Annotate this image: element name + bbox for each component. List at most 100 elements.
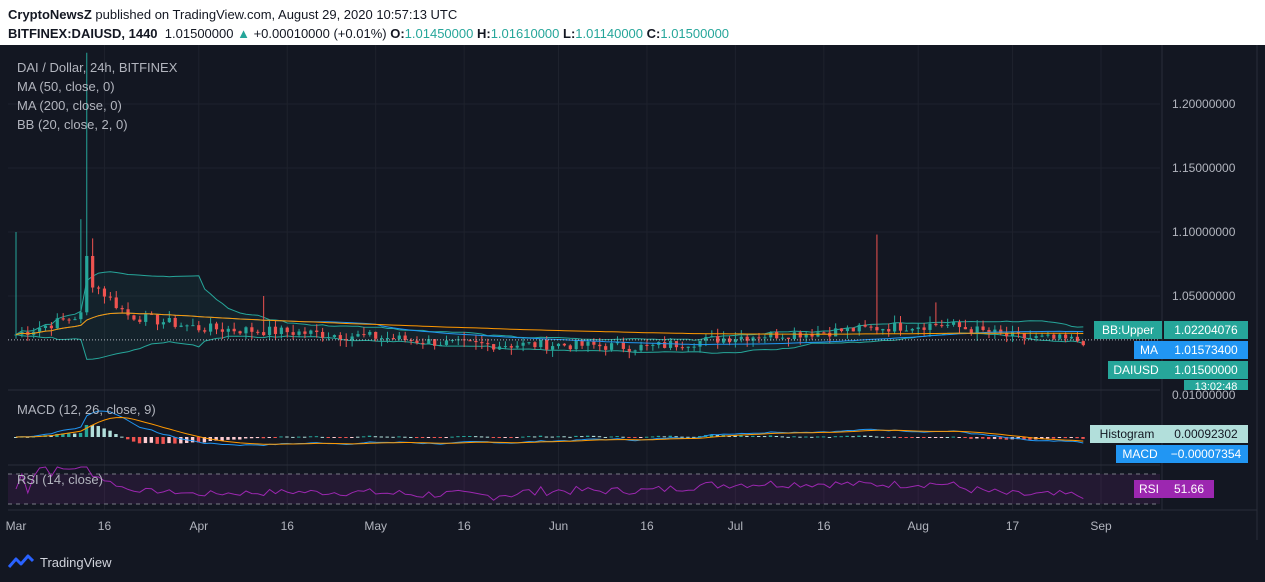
- candle-body: [208, 323, 213, 332]
- histogram-bar: [916, 437, 920, 438]
- candle-body: [940, 325, 944, 327]
- histogram-bar: [90, 425, 95, 437]
- time-tick-label: 16: [640, 519, 654, 533]
- candle-body: [898, 322, 903, 331]
- candle-body: [61, 318, 65, 320]
- candle-body: [55, 318, 59, 329]
- candle-body: [698, 340, 702, 347]
- candle-body: [934, 323, 938, 326]
- candle-body: [586, 341, 590, 346]
- histogram-bar: [527, 436, 531, 438]
- histogram-bar: [538, 435, 543, 437]
- candle-body: [120, 308, 124, 310]
- macd-legend[interactable]: MACD (12, 26, close, 9): [17, 402, 156, 417]
- histogram-bar: [243, 437, 248, 439]
- candle-body: [73, 319, 77, 321]
- candle-body: [556, 343, 561, 347]
- candle-body: [769, 331, 773, 338]
- price-tick-label: 1.15000000: [1172, 161, 1236, 175]
- histogram-bar: [84, 425, 89, 437]
- candle-body: [822, 332, 826, 334]
- chart-canvas[interactable]: 1.20000000 1.15000000 1.10000000 1.05000000…: [0, 0, 1265, 582]
- rsi-band: [8, 474, 1160, 504]
- histogram-bar: [815, 436, 820, 438]
- candle-body: [179, 325, 183, 327]
- histogram-bar: [568, 436, 572, 438]
- candle-body: [244, 327, 248, 334]
- candle-body: [96, 287, 101, 289]
- candle-body: [138, 319, 142, 322]
- candle-body: [250, 327, 254, 332]
- histogram-bar: [986, 437, 991, 440]
- histogram-bar: [556, 436, 560, 438]
- histogram-bar: [149, 437, 154, 443]
- histogram-bar: [273, 437, 277, 438]
- candle-body: [834, 328, 838, 337]
- histogram-bar: [650, 436, 655, 438]
- histogram-bar: [503, 437, 507, 438]
- time-tick-label: 17: [1006, 519, 1020, 533]
- rsi-legend[interactable]: RSI (14, close): [17, 472, 103, 487]
- candle-body: [1064, 334, 1068, 339]
- candle-body: [503, 346, 508, 348]
- candle-body: [291, 332, 295, 335]
- histogram-bar: [886, 437, 891, 438]
- histogram-bar: [261, 437, 266, 439]
- candle-body: [521, 342, 525, 346]
- histogram-bar: [910, 437, 914, 438]
- histogram-bar: [585, 435, 590, 437]
- histogram-bar: [810, 436, 814, 438]
- candle-body: [474, 340, 478, 343]
- histogram-bar: [1045, 437, 1050, 439]
- candle-body: [568, 345, 572, 350]
- time-tick-label: 16: [457, 519, 471, 533]
- histogram-bar: [491, 437, 496, 438]
- histogram-bar: [774, 436, 779, 438]
- histogram-bar: [232, 437, 236, 440]
- candle-body: [1069, 336, 1074, 339]
- symbol-tag-value: 1.01500000: [1174, 363, 1238, 377]
- bb-legend[interactable]: BB (20, close, 2, 0): [17, 117, 128, 132]
- candle-body: [839, 328, 844, 332]
- candle-body: [551, 346, 555, 350]
- histogram-bar: [857, 435, 861, 437]
- candle-body: [751, 337, 755, 341]
- tradingview-brand[interactable]: TradingView: [8, 553, 112, 571]
- candle-body: [722, 338, 726, 343]
- candle-body: [492, 344, 496, 350]
- histogram-bar: [833, 436, 838, 438]
- candle-body: [326, 337, 331, 339]
- candle-body: [273, 326, 278, 335]
- ma200-legend[interactable]: MA (200, close, 0): [17, 98, 122, 113]
- histogram-bar: [473, 436, 478, 438]
- histogram-bar: [768, 435, 773, 437]
- candle-body: [663, 342, 667, 348]
- histogram-bar: [285, 436, 289, 438]
- candle-body: [604, 346, 608, 350]
- candle-body: [173, 318, 177, 327]
- histogram-bar: [379, 436, 383, 438]
- histogram-bar: [308, 436, 313, 438]
- histogram-bar: [839, 436, 843, 438]
- histogram-bar: [639, 437, 643, 438]
- histogram-bar: [108, 430, 112, 437]
- ma50-legend[interactable]: MA (50, close, 0): [17, 79, 115, 94]
- histogram-bar: [120, 436, 124, 438]
- histogram-bar: [432, 437, 437, 438]
- candle-body: [916, 327, 920, 329]
- histogram-bar: [892, 436, 897, 438]
- time-tick-label: 16: [98, 519, 112, 533]
- candle-body: [739, 336, 743, 340]
- histogram-bar: [373, 436, 378, 438]
- histogram-bar: [745, 435, 749, 437]
- histogram-bar: [933, 437, 938, 438]
- histogram-bar: [167, 437, 171, 444]
- candle-body: [533, 342, 537, 348]
- candle-body: [397, 335, 401, 340]
- candle-body: [108, 296, 112, 298]
- histogram-bar: [550, 436, 555, 438]
- candle-body: [385, 338, 390, 340]
- time-tick-label: Jul: [728, 519, 743, 533]
- histogram-bar: [591, 435, 596, 437]
- candle-body: [297, 331, 301, 335]
